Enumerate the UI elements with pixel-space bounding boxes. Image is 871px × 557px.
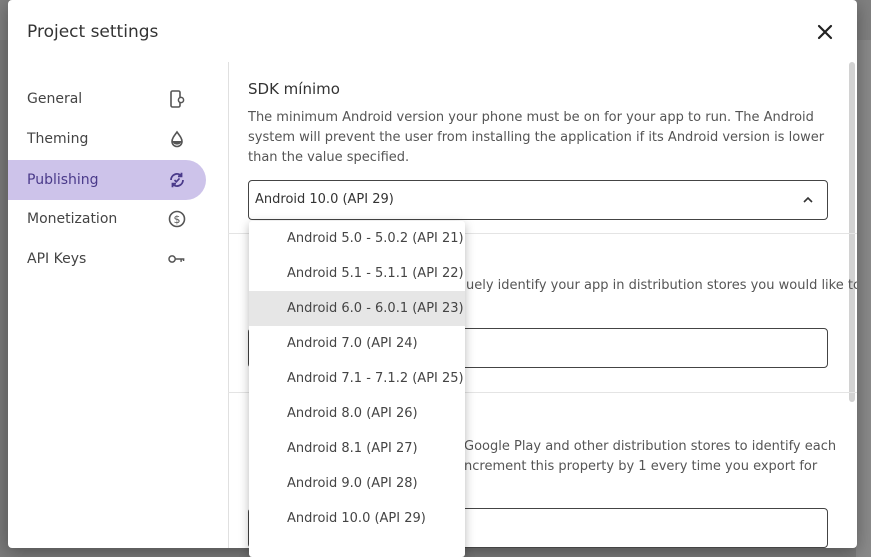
sidebar-item-label: Monetization [27,211,118,227]
sidebar-item-general[interactable]: General [8,79,206,119]
sidebar-item-publishing[interactable]: Publishing [8,160,206,200]
dropdown-option[interactable]: Android 7.1 - 7.1.2 (API 25) [249,361,465,396]
content-scrollbar[interactable] [849,62,855,402]
dollar-icon: $ [168,210,186,228]
min-sdk-dropdown-list: Android 5.0 - 5.0.2 (API 21) Android 5.1… [249,221,465,557]
svg-text:$: $ [174,213,181,226]
chevron-up-icon [803,196,813,203]
version-description-line1: Google Play and other distribution store… [464,439,837,454]
sidebar-item-label: API Keys [27,251,87,267]
sidebar-item-label: General [27,91,83,107]
close-button[interactable] [813,20,837,44]
dropdown-option[interactable]: Android 5.1 - 5.1.1 (API 22) [249,256,465,291]
version-description-line2: ncrement this property by 1 every time y… [464,459,818,474]
app-settings-icon [168,90,186,108]
background-properties-panel [856,40,871,557]
dropdown-option[interactable]: Android 8.1 (API 27) [249,431,465,466]
min-sdk-description: The minimum Android version your phone m… [248,110,825,165]
dialog-header: Project settings [8,0,857,62]
dropdown-option[interactable]: Android 10.0 (API 29) [249,501,465,536]
sync-icon [168,171,186,189]
background-left-strip [0,40,8,557]
sidebar-item-label: Theming [27,131,89,147]
dialog-title: Project settings [27,22,159,42]
dropdown-option[interactable]: Android 9.0 (API 28) [249,466,465,501]
min-sdk-selected-value: Android 10.0 (API 29) [255,192,394,207]
close-icon [817,24,833,40]
dropdown-option-hovered[interactable]: Android 6.0 - 6.0.1 (API 23) [249,291,465,326]
sidebar-item-api-keys[interactable]: API Keys [8,239,206,279]
min-sdk-select[interactable]: Android 10.0 (API 29) [248,180,828,220]
sidebar-item-theming[interactable]: Theming [8,119,206,159]
package-name-description-text: uely identify your app in distribution s… [466,278,857,293]
key-icon [168,250,186,268]
min-sdk-title: SDK mínimo [248,80,340,98]
dropdown-option[interactable]: Android 7.0 (API 24) [249,326,465,361]
settings-sidebar: General Theming Publishing Monetization … [8,62,229,548]
sidebar-item-monetization[interactable]: Monetization $ [8,199,206,239]
drop-icon [168,130,186,148]
dropdown-option[interactable]: Android 5.0 - 5.0.2 (API 21) [249,221,465,256]
dropdown-option[interactable]: Android 8.0 (API 26) [249,396,465,431]
sidebar-item-label: Publishing [27,172,99,188]
